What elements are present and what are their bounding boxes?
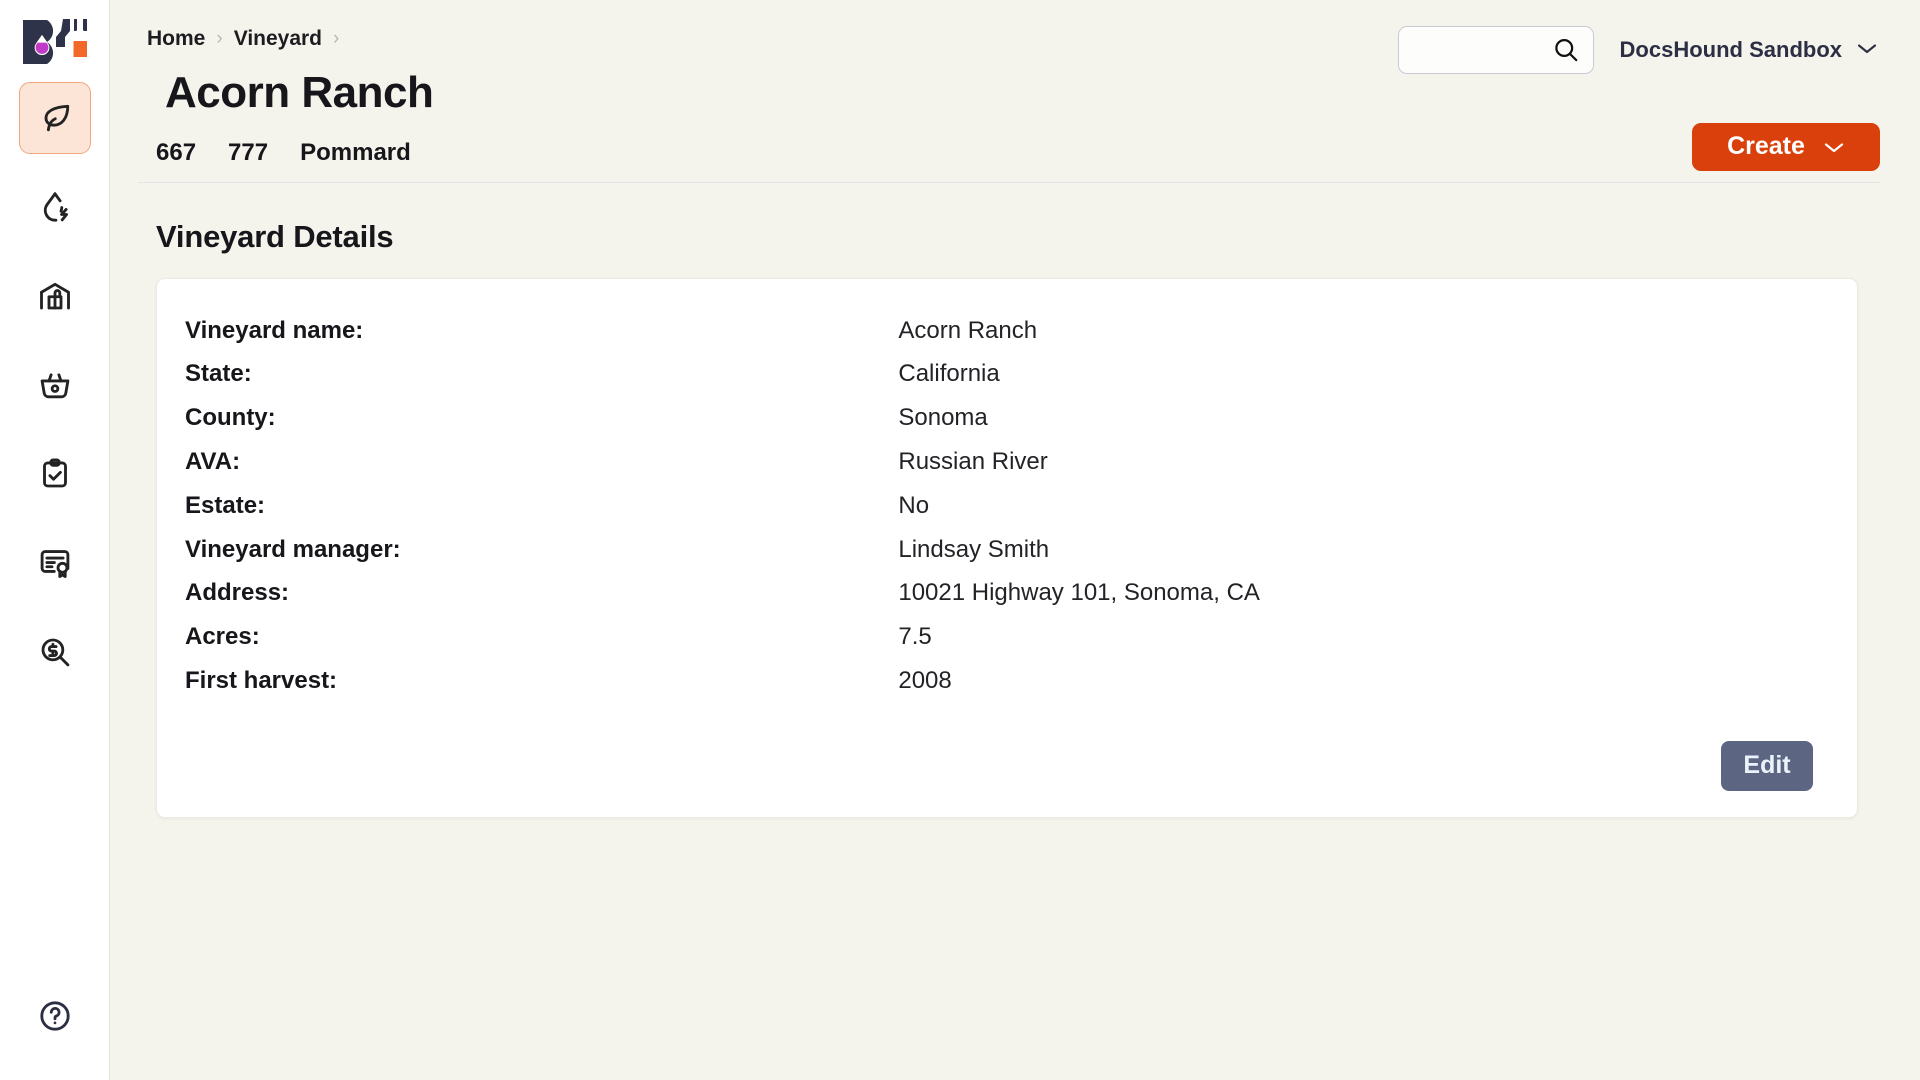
warehouse-box-icon [37,278,73,314]
detail-label: Address: [185,579,290,607]
detail-value: 10021 Highway 101, Sonoma, CA [898,579,1260,607]
vineyard-details-table: Vineyard name: Acorn Ranch State: Califo… [185,317,1813,711]
app-root: Home › Vineyard › Acorn Ranch DocsHound … [0,0,1920,1080]
detail-value: California [898,360,1000,388]
create-button[interactable]: Create [1692,122,1880,171]
detail-label: AVA: [185,447,241,475]
table-row: County: Sonoma [185,404,1813,448]
chevron-right-icon: › [216,27,223,49]
breadcrumb-item-home[interactable]: Home [147,27,205,51]
sidebar-item-warehouse[interactable] [19,260,91,332]
detail-value: 2008 [898,666,952,694]
detail-label: Vineyard manager: [185,535,401,563]
clone-tag-2[interactable]: Pommard [300,139,411,167]
clone-tag-0[interactable]: 667 [156,139,196,167]
org-switcher[interactable]: DocsHound Sandbox [1620,37,1878,63]
table-row: Vineyard manager: Lindsay Smith [185,536,1813,580]
sidebar-item-vineyard[interactable] [18,82,91,154]
sidebar-item-harvest-basket[interactable] [19,349,91,421]
detail-label: County: [185,404,276,432]
create-button-label: Create [1727,132,1805,161]
section-title: Vineyard Details [156,218,394,254]
vineyard-details-card: Vineyard name: Acorn Ranch State: Califo… [156,277,1858,818]
clipboard-check-icon [37,456,73,492]
detail-value: 7.5 [898,623,932,651]
detail-value: Russian River [898,447,1048,475]
table-row: AVA: Russian River [185,448,1813,492]
droplet-bolt-icon [37,189,73,225]
subbar: 667 777 Pommard Create [138,122,1880,183]
card-actions: Edit [185,711,1813,791]
chevron-down-icon [1823,132,1845,161]
table-row: Estate: No [185,492,1813,536]
sidebar [0,0,110,1080]
leaf-icon [37,100,73,136]
help-circle-icon [37,998,73,1039]
clone-tag-row: 667 777 Pommard [138,139,411,173]
page-title: Acorn Ranch [165,68,434,117]
sidebar-nav-list [0,82,109,688]
detail-label: Acres: [185,623,260,651]
clone-tag-1[interactable]: 777 [228,139,268,167]
search-input[interactable] [1412,41,1551,59]
certificate-icon [37,545,73,581]
edit-button[interactable]: Edit [1721,740,1813,791]
header-right: DocsHound Sandbox [1397,22,1880,74]
table-row: Vineyard name: Acorn Ranch [185,317,1813,361]
sidebar-item-certificates[interactable] [19,527,91,599]
detail-label: First harvest: [185,666,338,694]
detail-label: Estate: [185,491,266,519]
sidebar-item-cost-analysis[interactable] [19,616,91,688]
table-row: State: California [185,360,1813,404]
org-switcher-label: DocsHound Sandbox [1619,37,1842,62]
dollar-search-icon [37,634,73,670]
detail-value: Lindsay Smith [898,535,1050,563]
sidebar-item-fermentation[interactable] [19,171,91,243]
detail-value: No [898,491,930,519]
main-content: Home › Vineyard › Acorn Ranch DocsHound … [110,0,1920,1080]
chevron-down-icon [1856,41,1878,60]
breadcrumb: Home › Vineyard › [147,22,433,56]
topbar: Home › Vineyard › Acorn Ranch DocsHound … [138,0,1880,117]
detail-label: Vineyard name: [185,316,364,344]
sidebar-item-help[interactable] [19,982,91,1054]
brand-logo-icon[interactable] [16,14,94,66]
chevron-right-icon-2: › [333,27,340,49]
table-row: Acres: 7.5 [185,623,1813,667]
table-row: First harvest: 2008 [185,667,1813,711]
basket-icon [37,367,73,403]
search-icon[interactable] [1551,35,1581,65]
detail-value: Acorn Ranch [898,316,1038,344]
search-box[interactable] [1397,26,1594,74]
header-left: Home › Vineyard › Acorn Ranch [138,22,434,117]
detail-label: State: [185,360,252,388]
table-row: Address: 10021 Highway 101, Sonoma, CA [185,579,1813,623]
breadcrumb-item-vineyard[interactable]: Vineyard [234,27,322,51]
detail-value: Sonoma [898,404,988,432]
sidebar-item-tasks[interactable] [19,438,91,510]
